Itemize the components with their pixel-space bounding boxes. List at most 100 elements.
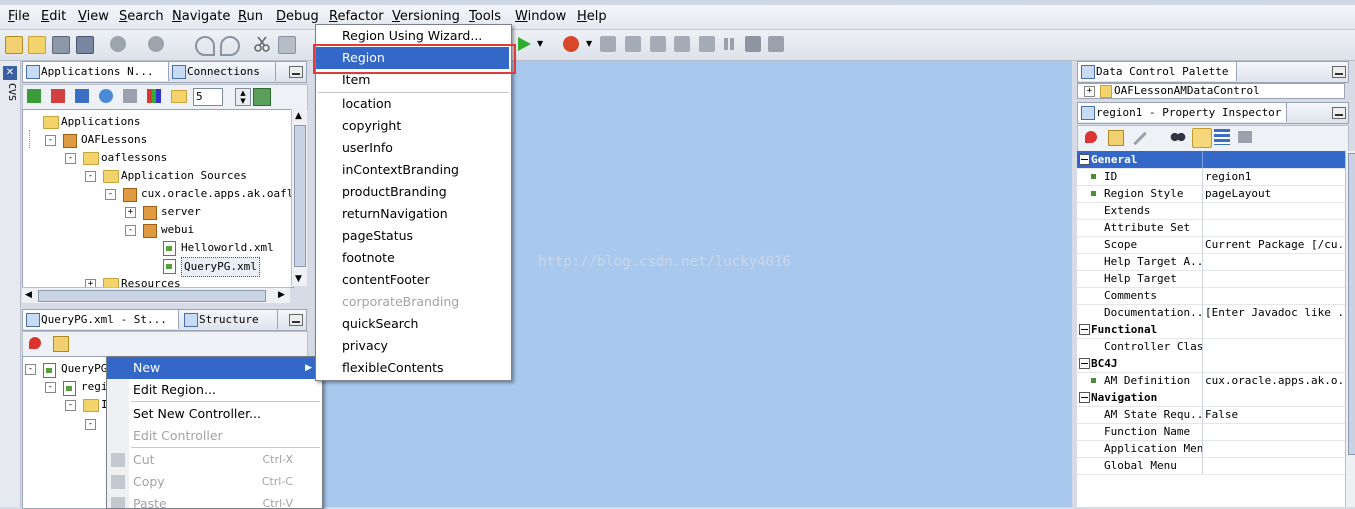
back-icon[interactable] (110, 36, 126, 52)
data-control-item[interactable]: OAFLessonAMDataControl (1114, 84, 1260, 97)
categories-icon[interactable] (1214, 129, 1230, 145)
tab-data-control-palette[interactable]: Data Control Palette (1078, 62, 1237, 81)
submenu-item[interactable]: inContextBranding (316, 159, 509, 181)
scroll-thumb[interactable] (294, 125, 306, 267)
collapse-icon[interactable]: - (105, 189, 116, 200)
menu-debug[interactable]: Debug (276, 9, 319, 24)
submenu-item[interactable]: quickSearch (316, 313, 509, 335)
tree-node[interactable]: - Application Sources (23, 167, 293, 185)
scroll-up-icon[interactable]: ▲ (295, 111, 302, 121)
property-row[interactable]: Function Name (1077, 423, 1345, 441)
tab-applications-navigator[interactable]: Applications N... (23, 62, 169, 81)
tree-node[interactable]: - OAFLessons (23, 131, 293, 149)
tree-node[interactable]: - cux.oracle.apps.ak.oaflesson (23, 185, 293, 203)
debug-icon[interactable] (563, 36, 579, 52)
tree-node[interactable]: + server (23, 203, 293, 221)
property-row[interactable]: Comments (1077, 287, 1345, 305)
property-row[interactable]: AM Definition cux.oracle.apps.ak.o... (1077, 372, 1345, 390)
submenu-item[interactable]: location (316, 93, 509, 115)
copy-icon[interactable] (278, 36, 296, 54)
property-category[interactable]: General (1077, 151, 1345, 169)
collapse-icon[interactable]: - (45, 135, 56, 146)
menu-refactor[interactable]: Refactor (329, 9, 384, 24)
collapse-icon[interactable]: - (45, 382, 56, 393)
property-row[interactable]: ID region1 (1077, 168, 1345, 186)
folder-icon[interactable] (171, 90, 187, 103)
terminate-icon[interactable] (768, 36, 784, 52)
tree-node[interactable]: QueryPG.xml (23, 257, 293, 277)
menu-search[interactable]: Search (119, 9, 164, 24)
menu-edit[interactable]: Edit (41, 9, 66, 24)
submenu-item[interactable]: returnNavigation (316, 203, 509, 225)
h-scroll-thumb[interactable] (38, 290, 266, 302)
submenu-item[interactable]: copyright (316, 115, 509, 137)
comment-icon[interactable] (1238, 131, 1252, 143)
submenu-item[interactable]: footnote (316, 247, 509, 269)
submenu-item[interactable]: userInfo (316, 137, 509, 159)
property-value[interactable]: cux.oracle.apps.ak.o... (1205, 372, 1343, 389)
add-icon[interactable] (27, 89, 41, 103)
minimize-structure-button[interactable] (289, 314, 303, 326)
property-value[interactable]: Current Package [/cu... (1205, 236, 1343, 253)
property-value[interactable]: region1 (1205, 168, 1343, 185)
delete-icon[interactable] (51, 89, 65, 103)
expand-icon[interactable]: + (125, 207, 136, 218)
collapse-icon[interactable] (1079, 154, 1090, 165)
property-value[interactable]: False (1205, 406, 1343, 423)
menu-window[interactable]: Window (515, 9, 566, 24)
submenu-item[interactable]: contentFooter (316, 269, 509, 291)
menu-run[interactable]: Run (238, 9, 263, 24)
property-row[interactable]: Attribute Set (1077, 219, 1345, 237)
tree-node[interactable]: - oaflessons (23, 149, 293, 167)
submenu-item[interactable]: privacy (316, 335, 509, 357)
step-into-icon[interactable] (650, 36, 666, 52)
collapse-icon[interactable]: - (65, 153, 76, 164)
context-menu-item[interactable]: Edit Region... (107, 379, 320, 401)
expand-icon[interactable]: + (1084, 86, 1095, 97)
inspector-scrollbar[interactable] (1345, 151, 1355, 507)
tree-horizontal-scrollbar[interactable]: ◀ ▶ (22, 287, 290, 303)
property-row[interactable]: Global Menu (1077, 457, 1345, 475)
refresh-icon[interactable] (99, 89, 113, 103)
library-icon[interactable] (147, 89, 161, 103)
context-menu-item[interactable]: New ▶ (107, 357, 320, 379)
tree-node[interactable]: Applications (23, 113, 293, 131)
minimize-inspector-button[interactable] (1332, 107, 1346, 119)
property-row[interactable]: Help Target A... (1077, 253, 1345, 271)
property-row[interactable]: Help Target (1077, 270, 1345, 288)
pencil-icon[interactable] (1133, 131, 1147, 146)
forward-icon[interactable] (148, 36, 164, 52)
step-out-icon[interactable] (674, 36, 690, 52)
collapse-icon[interactable]: - (85, 419, 96, 430)
property-row[interactable]: Documentation... [Enter Javadoc like ... (1077, 304, 1345, 322)
collapse-icon[interactable]: - (85, 171, 96, 182)
scroll-right-icon[interactable]: ▶ (278, 290, 285, 300)
step-to-end-icon[interactable] (699, 36, 715, 52)
tab-structure[interactable]: Structure (181, 310, 278, 329)
binoculars-icon[interactable] (1170, 130, 1186, 144)
run-icon[interactable] (516, 36, 532, 52)
property-row[interactable]: Application Menu (1077, 440, 1345, 458)
open-folder-icon[interactable] (28, 36, 46, 54)
save-all-icon[interactable] (76, 36, 94, 54)
cvs-tab[interactable]: CVS (3, 83, 17, 101)
scroll-left-icon[interactable]: ◀ (25, 290, 32, 300)
depth-spinner-arrows[interactable]: ▲ ▼ (235, 88, 251, 106)
stop-icon[interactable] (745, 36, 761, 52)
property-row[interactable]: AM State Requ... False (1077, 406, 1345, 424)
tree-node[interactable]: - webui (23, 221, 293, 239)
minimize-data-control-button[interactable] (1332, 66, 1346, 78)
context-menu-item[interactable]: Set New Controller... (107, 403, 320, 425)
tree-vertical-scrollbar[interactable]: ▲ ▼ (291, 109, 307, 286)
collapse-icon[interactable] (1079, 358, 1090, 369)
resume-icon[interactable] (600, 36, 616, 52)
submenu-item[interactable]: flexibleContents (316, 357, 509, 379)
new-file-icon[interactable] (5, 36, 23, 54)
property-category[interactable]: BC4J (1077, 355, 1345, 373)
run-dropdown-icon[interactable]: ▼ (537, 36, 553, 52)
sort-icon[interactable] (253, 88, 271, 106)
property-row[interactable]: Controller Class (1077, 338, 1345, 356)
property-row[interactable]: Region Style pageLayout (1077, 185, 1345, 203)
submenu-item[interactable]: pageStatus (316, 225, 509, 247)
collapse-icon[interactable]: - (65, 400, 76, 411)
